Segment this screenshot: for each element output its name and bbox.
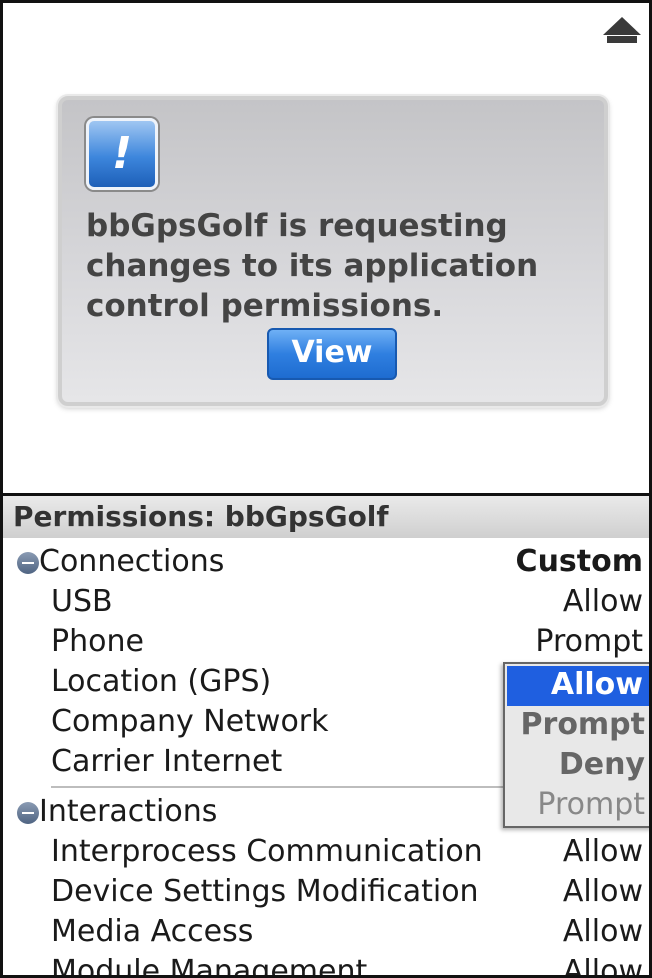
collapse-minus-icon[interactable] [17,552,39,574]
group-label: Connections [39,544,225,579]
permission-label: Module Management [51,954,368,978]
permission-value: Allow [562,874,643,909]
permission-dropdown[interactable]: Allow Prompt Deny Prompt [503,662,649,828]
permission-label: Device Settings Modification [51,874,479,909]
group-label: Interactions [39,794,218,829]
permission-label: Company Network [51,704,329,739]
permission-label: Location (GPS) [51,664,272,699]
permission-label: Media Access [51,914,254,949]
permission-value: Prompt [535,624,643,659]
dropdown-underlying-value: Prompt [537,787,645,822]
permission-value: Allow [562,954,643,978]
app-window: ! bbGpsGolf is requesting changes to its… [0,0,652,978]
permission-row-media-access[interactable]: Media Access Allow [3,912,649,952]
permissions-pane: Permissions: bbGpsGolf Connections Custo… [3,493,649,978]
permission-row-usb[interactable]: USB Allow [3,582,649,622]
notification-pane: ! bbGpsGolf is requesting changes to its… [3,3,649,493]
permissions-title: Permissions: bbGpsGolf [3,496,649,538]
permission-label: Interprocess Communication [51,834,483,869]
permission-request-dialog: ! bbGpsGolf is requesting changes to its… [58,96,608,406]
permission-row-interprocess[interactable]: Interprocess Communication Allow [3,832,649,872]
permission-label: Carrier Internet [51,744,283,779]
scroll-up-arrow-icon[interactable] [601,13,643,47]
permission-row-module-management[interactable]: Module Management Allow [3,952,649,978]
group-connections[interactable]: Connections Custom [3,542,649,582]
view-button[interactable]: View [267,328,397,380]
alert-exclamation-icon: ! [86,118,158,190]
dropdown-option-deny[interactable]: Deny [505,746,649,786]
permission-value: Allow [562,834,643,869]
group-value: Custom [515,544,643,579]
permission-label: Phone [51,624,144,659]
collapse-minus-icon[interactable] [17,802,39,824]
permission-label: USB [51,584,113,619]
permission-row-phone[interactable]: Phone Prompt [3,622,649,662]
dropdown-option-allow[interactable]: Allow [507,666,649,706]
dropdown-option-prompt[interactable]: Prompt [505,706,649,746]
dialog-message: bbGpsGolf is requesting changes to its a… [86,208,539,324]
permission-row-device-settings[interactable]: Device Settings Modification Allow [3,872,649,912]
permission-value: Allow [562,914,643,949]
permission-value: Allow [562,584,643,619]
